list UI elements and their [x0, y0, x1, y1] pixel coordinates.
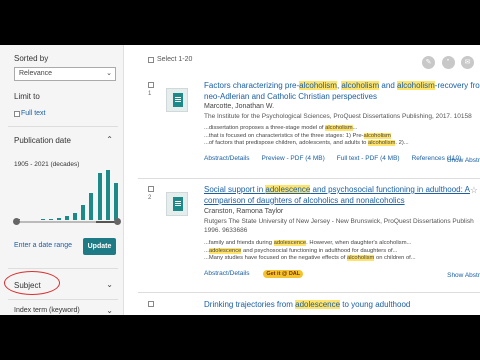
result-publication: The Institute for the Psychological Scie… — [204, 113, 472, 120]
result-title[interactable]: Drinking trajectories from adolescence t… — [204, 300, 480, 311]
snippet-line: ...Many studies have focused on the nega… — [204, 255, 416, 261]
publication-date-histogram — [14, 170, 120, 220]
result-checkbox[interactable] — [148, 301, 154, 307]
chevron-down-icon[interactable]: ⌄ — [106, 280, 113, 289]
select-range-label[interactable]: Select 1-20 — [157, 56, 192, 63]
divider — [8, 268, 118, 269]
preview-pdf-link[interactable]: Preview - PDF (4 MB) — [262, 155, 325, 162]
result-number: 1 — [148, 91, 152, 97]
histogram-bar-1950s[interactable] — [56, 217, 61, 220]
save-icon[interactable]: ✎ — [422, 56, 436, 69]
update-button[interactable]: Update — [83, 238, 116, 255]
result-checkbox[interactable] — [148, 82, 154, 88]
histogram-bar-1940s[interactable] — [48, 218, 53, 220]
histogram-bar-1930s[interactable] — [40, 218, 45, 220]
limit-to-label: Limit to — [14, 92, 40, 101]
full-text-label[interactable]: Full text — [21, 110, 46, 117]
chevron-down-icon: ⌄ — [106, 70, 112, 77]
show-abstract-link[interactable]: Show Abstr — [447, 272, 480, 279]
result-publication-number: 1996. 9633686 — [204, 227, 248, 234]
result-checkbox[interactable] — [148, 186, 154, 192]
cite-icon[interactable]: ” — [441, 56, 455, 69]
result-divider — [138, 292, 480, 293]
enter-date-range-link[interactable]: Enter a date range — [14, 242, 72, 249]
select-all-checkbox[interactable] — [148, 57, 154, 63]
divider — [8, 126, 118, 127]
snippet-line: ...family and friends during adolescence… — [204, 240, 412, 246]
date-slider-end-handle[interactable] — [114, 218, 121, 225]
abstract-details-link[interactable]: Abstract/Details — [204, 270, 250, 277]
histogram-bar-2020s[interactable] — [113, 182, 118, 220]
result-title[interactable]: Factors characterizing pre-alcoholism, a… — [204, 81, 480, 102]
publication-date-label: Publication date — [14, 136, 71, 145]
date-slider-start-handle[interactable] — [13, 218, 20, 225]
full-text-pdf-link[interactable]: Full text - PDF (4 MB) — [337, 155, 400, 162]
result-links: Abstract/Details Preview - PDF (4 MB) Full… — [204, 155, 473, 162]
dissertation-icon — [166, 192, 188, 216]
full-text-checkbox[interactable] — [14, 111, 20, 117]
show-abstract-link[interactable]: Show Abstr — [447, 157, 480, 164]
result-divider — [138, 178, 480, 179]
snippet-line: ...adolescence and psychosocial function… — [204, 247, 398, 254]
result-number: 2 — [148, 195, 152, 201]
histogram-bar-2010s[interactable] — [105, 170, 110, 220]
histogram-bar-1970s[interactable] — [73, 212, 78, 220]
annotation-circle — [4, 271, 60, 295]
sort-value: Relevance — [19, 70, 53, 77]
snippet-line: ...that is focused on characteristics of… — [204, 132, 391, 139]
snippet-line: ...of factors that predispose children, … — [204, 140, 409, 146]
result-snippets: ...family and friends during adolescence… — [204, 240, 480, 263]
result-title[interactable]: Social support in adolescence and psycho… — [204, 185, 480, 206]
result-author: Cranston, Ramona Taylor — [204, 208, 284, 215]
histogram-bar-2000s[interactable] — [97, 172, 102, 220]
result-snippets: ...dissertation proposes a three-stage m… — [204, 125, 480, 148]
email-icon[interactable]: ✉ — [461, 56, 474, 69]
letterbox-bottom — [0, 315, 480, 360]
sorted-by-label: Sorted by — [14, 54, 49, 63]
screen: Sorted by Relevance ⌄ Limit to Full text… — [0, 0, 480, 360]
toolbar: ✎ ” ✉ — [420, 51, 474, 69]
chevron-up-icon[interactable]: ⌃ — [106, 135, 113, 144]
sort-select[interactable]: Relevance ⌄ — [14, 67, 116, 81]
letterbox-top — [0, 0, 480, 45]
histogram-bar-1990s[interactable] — [89, 192, 94, 220]
dissertation-icon — [166, 88, 188, 112]
histogram-bar-1960s[interactable] — [65, 216, 69, 220]
get-it-at-dal-button[interactable]: Get it @ DAL — [263, 270, 304, 278]
snippet-line: ...dissertation proposes a three-stage m… — [204, 125, 358, 131]
abstract-details-link[interactable]: Abstract/Details — [204, 155, 250, 162]
result-author: Marcotte, Jonathan W. — [204, 103, 275, 110]
results-panel: Select 1-20 ✎ ” ✉ 1 Factors characterizi… — [124, 45, 480, 315]
filter-sidebar: Sorted by Relevance ⌄ Limit to Full text… — [0, 45, 124, 315]
divider — [8, 299, 118, 300]
result-publication: Rutgers The State University of New Jers… — [204, 218, 474, 225]
index-term-facet-label[interactable]: Index term (keyword) — [14, 307, 80, 314]
result-links: Abstract/Details Get it @ DAL — [204, 270, 315, 278]
histogram-bar-1980s[interactable] — [81, 205, 86, 220]
date-range-label: 1905 - 2021 (decades) — [14, 161, 80, 168]
chevron-down-icon[interactable]: ⌄ — [106, 306, 113, 315]
